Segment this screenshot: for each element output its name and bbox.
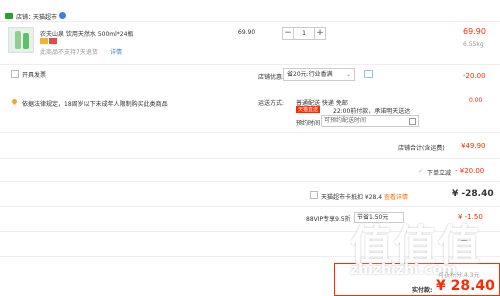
check-mark-icon: ✓ [418,167,424,175]
item-weight: 6.55kg [463,41,484,48]
card-deduct-label: 天猫超市卡抵扣 ¥28.4 [321,194,383,201]
shop-discount-amount: -20.00 [463,72,486,80]
location-pin-icon [10,97,19,106]
product-thumbnail[interactable] [8,27,34,53]
card-deduct-amount: ¥ -28.40 [452,189,494,199]
store-total-label: 店铺合计(含运费) [398,145,445,152]
paid-amount: ¥ 28.40 [436,278,495,294]
qty-value: 1 [302,30,306,37]
message-icon[interactable] [364,70,373,78]
paid-label: 实付款: [412,287,433,294]
appointment-time-placeholder: 可预约配送时间 [324,117,367,124]
shop-discount-label: 店铺优惠: [258,74,285,81]
delivery-label: 运送方式: [258,100,285,107]
calendar-icon [409,118,416,125]
delivery-tag: 天猫直送 [296,106,321,113]
badge-icon-2 [49,38,57,44]
vip-label: 88VIP专享9.5折 [306,216,351,223]
instant-discount-amount: - ¥20.00 [455,167,485,175]
watermark-text: zhizhizhi.com [350,262,457,278]
invoice-checkbox[interactable] [11,70,19,78]
shop-discount-select[interactable]: 省20元:行业香满 ⌄ [283,68,355,81]
invoice-label[interactable]: 开具发票 [22,70,46,79]
product-return-note: 此商品不支持7天退货 [40,49,98,56]
qty-input[interactable]: 1 [293,27,315,40]
card-deduct-detail-link[interactable]: 查看详情 [384,192,408,201]
return-detail-link[interactable]: 详情 [110,47,122,56]
chevron-down-icon: ⌄ [345,71,351,78]
card-deduct-checkbox[interactable] [310,191,318,199]
instant-discount-label: 下单立减 [427,170,452,177]
item-subtotal: 69.90 [463,27,486,36]
age-restriction-notice: 依据法律规定，18周岁以下未成年人限制购买此类商品 [22,101,168,108]
qty-plus-button[interactable]: + [314,27,326,40]
store-name[interactable]: 天猫超市 [33,12,57,21]
delivery-promise: 22:00前付款，承诺明天送达 [333,108,411,115]
appointment-time-label: 预约时间 [296,120,321,127]
delivery-fee: 0.00 [469,97,483,104]
unit-price: 69.90 [238,29,256,36]
appointment-time-input[interactable]: 可预约配送时间 [321,115,419,127]
store-icon [5,13,13,19]
product-title[interactable]: 农夫山泉 饮用天然水 500ml*24瓶 [40,29,190,38]
store-label: 店铺： [16,14,35,21]
wangwang-icon[interactable] [59,12,66,19]
store-total-amount: ¥49.90 [461,142,486,150]
shop-discount-value: 省20元:行业香满 [287,71,333,78]
badge-icon [40,38,48,44]
